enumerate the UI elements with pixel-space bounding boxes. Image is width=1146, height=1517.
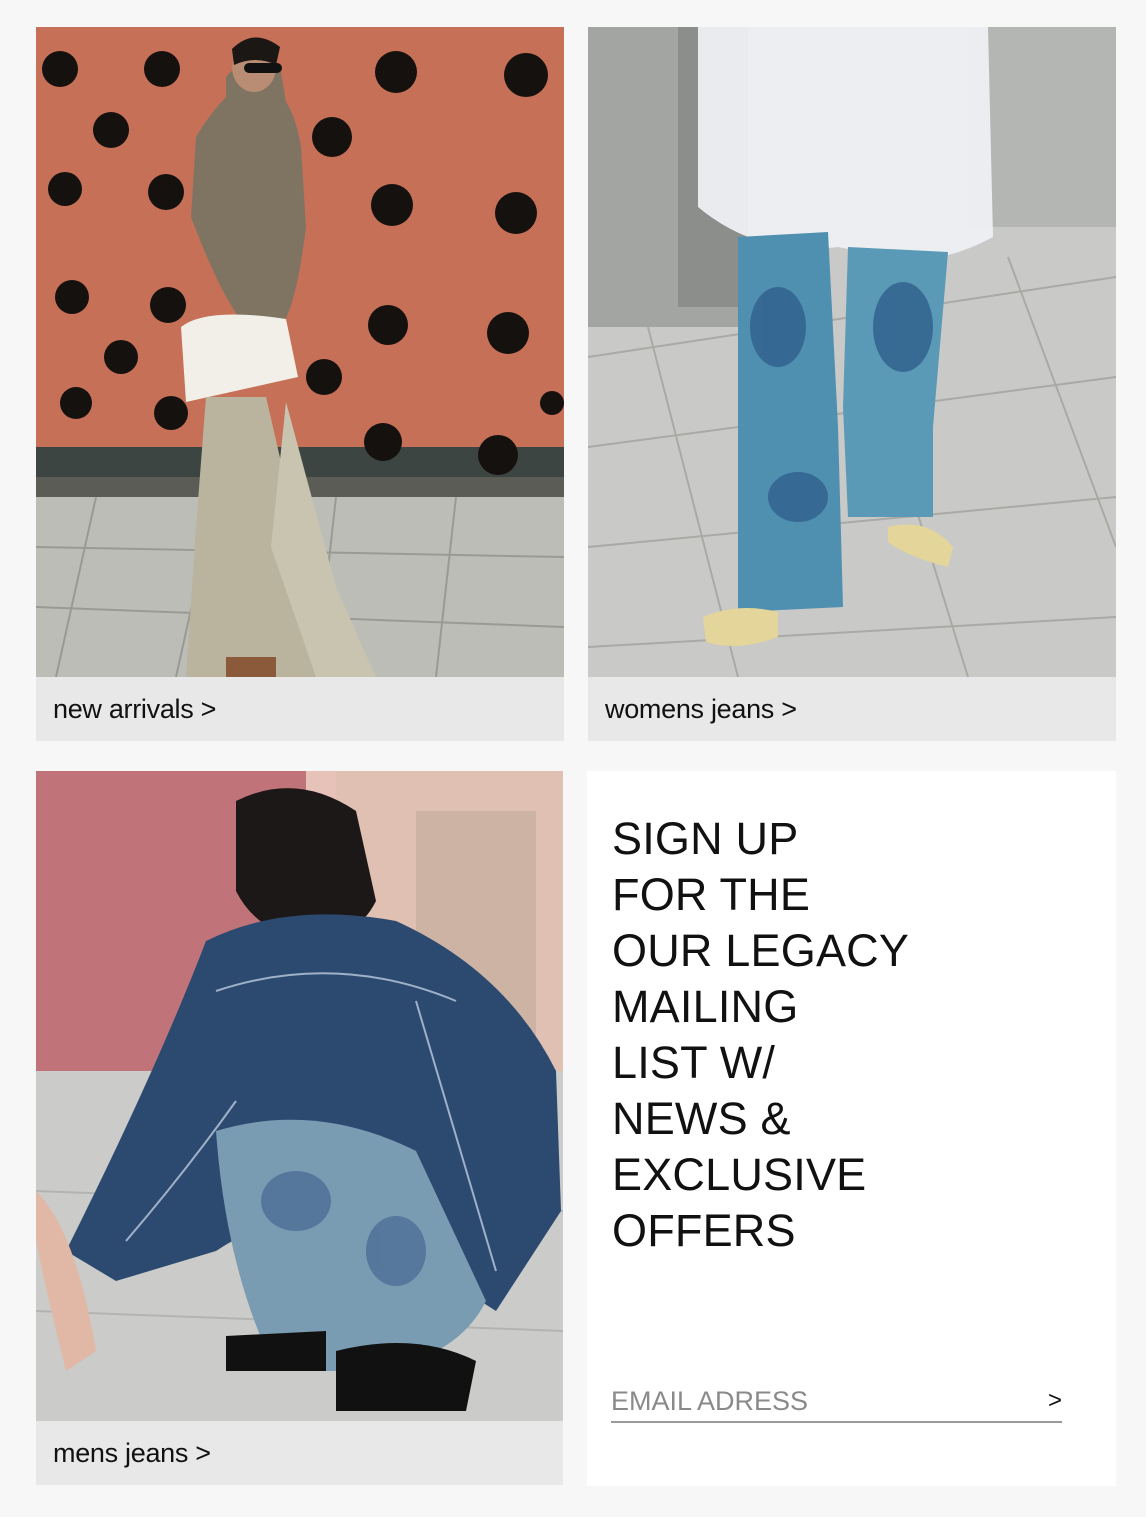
email-form: >	[611, 1381, 1062, 1423]
tile-new-arrivals[interactable]: new arrivals >	[36, 27, 564, 741]
email-input[interactable]	[611, 1381, 1022, 1421]
womens-jeans-photo[interactable]	[588, 27, 1116, 677]
signup-heading: SIGN UP FOR THE OUR LEGACY MAILING LIST …	[612, 813, 910, 1256]
tile-caption[interactable]: mens jeans >	[36, 1421, 563, 1485]
tile-caption[interactable]: womens jeans >	[588, 677, 1116, 741]
mens-jeans-photo[interactable]	[36, 771, 563, 1421]
submit-button[interactable]: >	[1022, 1381, 1062, 1421]
tile-caption[interactable]: new arrivals >	[36, 677, 564, 741]
tile-womens-jeans[interactable]: womens jeans >	[588, 27, 1116, 741]
new-arrivals-photo[interactable]	[36, 27, 564, 677]
newsletter-signup-panel: SIGN UP FOR THE OUR LEGACY MAILING LIST …	[587, 771, 1116, 1486]
tile-mens-jeans[interactable]: mens jeans >	[36, 771, 563, 1485]
